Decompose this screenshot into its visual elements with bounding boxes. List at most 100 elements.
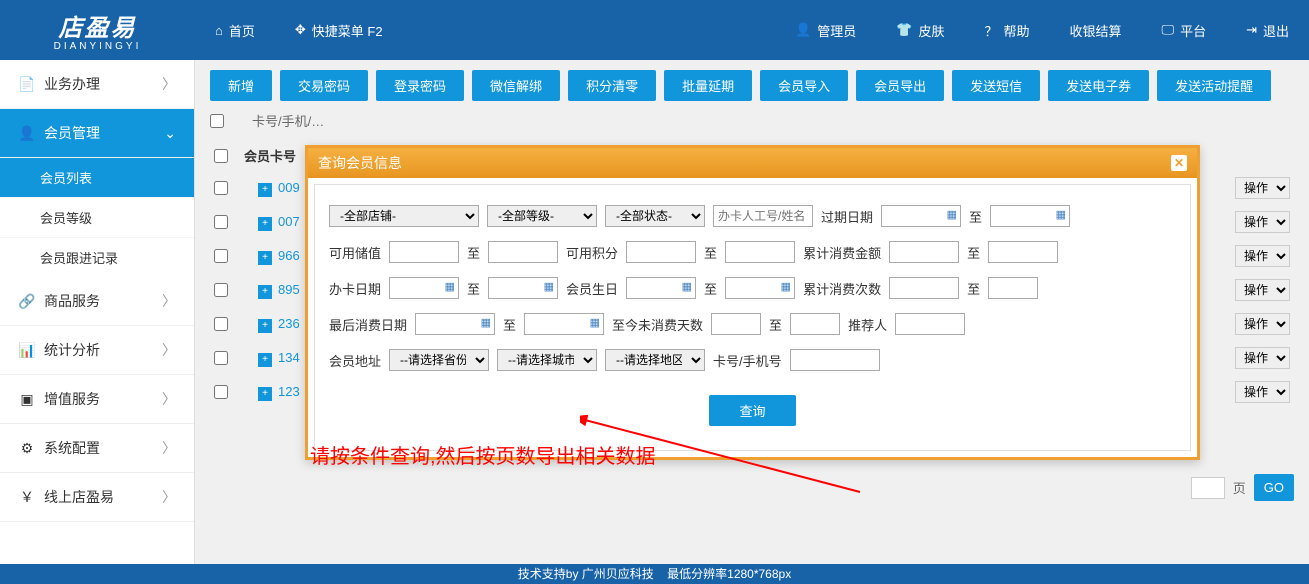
sidebar-product[interactable]: 🔗 商品服务 〉 — [0, 277, 194, 326]
sidebar-stats-label: 统计分析 — [44, 340, 100, 360]
select-all-checkbox[interactable] — [210, 114, 224, 128]
go-button[interactable]: GO — [1254, 474, 1294, 501]
nav-quick-menu[interactable]: ✥ 快捷菜单 F2 — [275, 0, 403, 60]
row-checkbox[interactable] — [214, 351, 228, 365]
expand-icon[interactable]: + — [258, 251, 272, 265]
cardphone-label: 卡号/手机号 — [713, 351, 782, 370]
to-label: 至 — [769, 315, 782, 334]
export-button[interactable]: 会员导出 — [856, 70, 944, 101]
referrer-input[interactable] — [895, 313, 965, 335]
nav-right: 👤 管理员 👕 皮肤 ？ 帮助 收银结算 🖵 平台 ⇥ 退出 — [775, 0, 1309, 60]
operation-select[interactable]: 操作 — [1235, 245, 1290, 267]
brand-sub: DIANYINGYI — [54, 41, 142, 52]
sidebar-online[interactable]: ￥ 线上店盈易 〉 — [0, 473, 194, 522]
operation-select[interactable]: 操作 — [1235, 279, 1290, 301]
lastdate-label: 最后消费日期 — [329, 315, 407, 334]
totalcnt-to-input[interactable] — [988, 277, 1038, 299]
totalamt-from-input[interactable] — [889, 241, 959, 263]
sidebar-member-track[interactable]: 会员跟进记录 — [0, 237, 194, 277]
nav-skin[interactable]: 👕 皮肤 — [876, 0, 964, 60]
district-select[interactable]: --请选择地区 — [605, 349, 705, 371]
expire-to-date[interactable]: ▦ — [990, 205, 1070, 227]
sidebar-member-level[interactable]: 会员等级 — [0, 197, 194, 237]
user-icon: 👤 — [795, 22, 811, 38]
operation-select[interactable]: 操作 — [1235, 211, 1290, 233]
expand-icon[interactable]: + — [258, 319, 272, 333]
noconsume-to-input[interactable] — [790, 313, 840, 335]
nav-platform-label: 平台 — [1180, 21, 1206, 40]
city-select[interactable]: --请选择城市 — [497, 349, 597, 371]
nav-settle[interactable]: 收银结算 — [1050, 0, 1142, 60]
carddate-from[interactable]: ▦ — [389, 277, 459, 299]
totalamt-to-input[interactable] — [988, 241, 1058, 263]
actremind-button[interactable]: 发送活动提醒 — [1157, 70, 1271, 101]
province-select[interactable]: --请选择省份 — [389, 349, 489, 371]
row-checkbox[interactable] — [214, 249, 228, 263]
modal-header: 查询会员信息 ✕ — [308, 148, 1197, 178]
sidebar-member[interactable]: 👤 会员管理 ⌄ — [0, 109, 194, 158]
nav-platform[interactable]: 🖵 平台 — [1142, 0, 1227, 60]
loginpwd-button[interactable]: 登录密码 — [376, 70, 464, 101]
calendar-icon: ▦ — [947, 208, 957, 221]
user-icon: 👤 — [18, 125, 36, 142]
status-select[interactable]: -全部状态- — [605, 205, 705, 227]
lastdate-to[interactable]: ▦ — [524, 313, 604, 335]
level-select[interactable]: -全部等级- — [487, 205, 597, 227]
sidebar-stats[interactable]: 📊 统计分析 〉 — [0, 326, 194, 375]
chevron-right-icon: 〉 — [162, 340, 176, 360]
nav-exit[interactable]: ⇥ 退出 — [1226, 0, 1309, 60]
noconsume-from-input[interactable] — [711, 313, 761, 335]
nav-home[interactable]: ⌂ 首页 — [195, 0, 275, 60]
header-checkbox[interactable] — [214, 149, 228, 163]
birthday-from[interactable]: ▦ — [626, 277, 696, 299]
expire-from-date[interactable]: ▦ — [881, 205, 961, 227]
row-checkbox[interactable] — [214, 385, 228, 399]
nav-help[interactable]: ？ 帮助 — [964, 0, 1049, 60]
wxunbind-button[interactable]: 微信解绑 — [472, 70, 560, 101]
expand-icon[interactable]: + — [258, 217, 272, 231]
operation-select[interactable]: 操作 — [1235, 313, 1290, 335]
expand-icon[interactable]: + — [258, 285, 272, 299]
row-checkbox[interactable] — [214, 181, 228, 195]
sidebar-valueadd[interactable]: ▣ 增值服务 〉 — [0, 375, 194, 424]
close-icon[interactable]: ✕ — [1171, 155, 1187, 171]
carddate-to[interactable]: ▦ — [488, 277, 558, 299]
birthday-to[interactable]: ▦ — [725, 277, 795, 299]
new-button[interactable]: 新增 — [210, 70, 272, 101]
nav-home-label: 首页 — [229, 21, 255, 40]
help-icon: ？ — [984, 21, 997, 40]
row-checkbox[interactable] — [214, 317, 228, 331]
batchdelay-button[interactable]: 批量延期 — [664, 70, 752, 101]
cardphone-input[interactable] — [790, 349, 880, 371]
totalcnt-from-input[interactable] — [889, 277, 959, 299]
lastdate-from[interactable]: ▦ — [415, 313, 495, 335]
page-suffix-label: 页 — [1233, 478, 1246, 497]
footer-bar: 技术支持by 广州贝应科技 最低分辨率1280*768px — [0, 564, 1309, 584]
ecoupon-button[interactable]: 发送电子券 — [1048, 70, 1149, 101]
import-button[interactable]: 会员导入 — [760, 70, 848, 101]
page-input[interactable] — [1191, 477, 1225, 499]
sidebar-member-list[interactable]: 会员列表 — [0, 158, 194, 197]
expand-icon[interactable]: + — [258, 353, 272, 367]
move-icon: ✥ — [295, 22, 306, 38]
operation-select[interactable]: 操作 — [1235, 347, 1290, 369]
points-to-input[interactable] — [725, 241, 795, 263]
balance-from-input[interactable] — [389, 241, 459, 263]
operation-select[interactable]: 操作 — [1235, 381, 1290, 403]
row-checkbox[interactable] — [214, 283, 228, 297]
submit-button[interactable]: 查询 — [709, 395, 795, 426]
expand-icon[interactable]: + — [258, 183, 272, 197]
pointclear-button[interactable]: 积分清零 — [568, 70, 656, 101]
store-select[interactable]: -全部店铺- — [329, 205, 479, 227]
expand-icon[interactable]: + — [258, 387, 272, 401]
nav-admin[interactable]: 👤 管理员 — [775, 0, 876, 60]
row-checkbox[interactable] — [214, 215, 228, 229]
points-from-input[interactable] — [626, 241, 696, 263]
sidebar-sysconf[interactable]: ⚙ 系统配置 〉 — [0, 424, 194, 473]
sms-button[interactable]: 发送短信 — [952, 70, 1040, 101]
txpwd-button[interactable]: 交易密码 — [280, 70, 368, 101]
operation-select[interactable]: 操作 — [1235, 177, 1290, 199]
opener-input[interactable] — [713, 205, 813, 227]
sidebar-biz[interactable]: 📄 业务办理 〉 — [0, 60, 194, 109]
balance-to-input[interactable] — [488, 241, 558, 263]
